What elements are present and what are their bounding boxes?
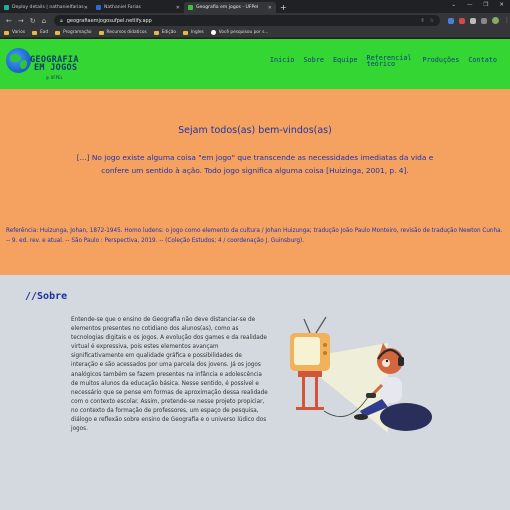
site-header: GEOGRAFIA EM JOGOS @ UFPEL Inicio Sobre …: [0, 39, 510, 89]
minimize-icon[interactable]: —: [467, 2, 473, 8]
bookmark-varios[interactable]: Varios: [4, 30, 25, 35]
share-icon[interactable]: ⇪: [420, 18, 424, 24]
netlify-favicon-icon: [4, 5, 9, 10]
globe-favicon-icon: [188, 5, 193, 10]
about-heading: //Sobre: [25, 291, 68, 302]
folder-icon: [32, 30, 38, 35]
bookmark-programacao[interactable]: Programação: [55, 30, 92, 35]
bookmark-recursos[interactable]: Recursos didaticos: [98, 30, 147, 35]
forward-arrow-icon[interactable]: →: [18, 17, 24, 25]
extension-icon[interactable]: [448, 17, 454, 24]
url-text[interactable]: geografiaemjogosufpel.netlify.app: [67, 18, 152, 24]
nav-contato[interactable]: Contato: [468, 56, 497, 67]
bookmark-ingles[interactable]: Ingles: [182, 30, 204, 35]
logo-title: GEOGRAFIA EM JOGOS: [30, 55, 79, 73]
tab-nathaniel-farias[interactable]: Nathaniel Farias ✕: [92, 2, 184, 13]
close-tab-icon[interactable]: ✕: [84, 5, 88, 11]
more-menu-icon[interactable]: ⋮: [504, 17, 510, 24]
folder-icon: [153, 30, 159, 35]
home-icon[interactable]: ⌂: [42, 17, 46, 25]
back-arrow-icon[interactable]: ←: [6, 17, 12, 25]
avatar[interactable]: [492, 17, 499, 24]
close-window-icon[interactable]: ✕: [499, 2, 504, 8]
globe-icon: [6, 48, 31, 73]
welcome-title: Sejam todos(as) bem-vindos(as): [178, 125, 332, 136]
tab-label: Nathaniel Farias: [104, 5, 141, 10]
nav-sobre[interactable]: Sobre: [303, 56, 323, 67]
reference-text: Referência: Huizunga, Johan, 1872-1945. …: [6, 228, 503, 244]
reload-icon[interactable]: ↻: [30, 17, 36, 25]
about-section: //Sobre Entende-se que o ensino de Geogr…: [0, 275, 510, 510]
tab-label: Deploy details | nathanielfarias: [12, 5, 84, 10]
bookmarks-bar: Varios Ead Programação Recursos didatico…: [0, 28, 510, 38]
bookmark-search[interactable]: Você pesquisou por s...: [210, 30, 268, 35]
welcome-section: Sejam todos(as) bem-vindos(as) [...] No …: [0, 89, 510, 275]
web-page: GEOGRAFIA EM JOGOS @ UFPEL Inicio Sobre …: [0, 39, 510, 510]
star-icon[interactable]: ☆: [430, 18, 434, 24]
nav-producoes[interactable]: Produções: [423, 56, 460, 67]
main-nav: Inicio Sobre Equipe Referencial teórico …: [270, 55, 497, 67]
tab-geografia-em-jogos[interactable]: Geografia em jogos - UFPel ✕: [184, 2, 276, 13]
nav-referencial-teorico[interactable]: Referencial teórico: [367, 55, 414, 67]
browser-tab-bar: Deploy details | nathanielfarias ✕ Natha…: [0, 0, 510, 13]
chevron-down-icon[interactable]: ⌄: [451, 2, 456, 8]
new-tab-button[interactable]: +: [280, 2, 287, 13]
lock-icon[interactable]: 🔒︎: [60, 18, 63, 24]
about-text: Entende-se que o ensino de Geografia não…: [71, 317, 268, 433]
folder-icon: [4, 30, 9, 35]
address-bar[interactable]: 🔒︎ geografiaemjogosufpel.netlify.app ⇪ ☆: [54, 15, 440, 26]
folder-icon: [55, 30, 61, 35]
folder-icon: [182, 30, 188, 35]
logo-subtitle: @ UFPEL: [46, 75, 63, 80]
huizinga-quote: [...] No jogo existe alguma coisa "em jo…: [76, 153, 434, 175]
google-icon: [210, 30, 216, 35]
bookmark-ead[interactable]: Ead: [32, 30, 48, 35]
browser-toolbar: ← → ↻ ⌂ 🔒︎ geografiaemjogosufpel.netlify…: [0, 13, 510, 28]
kid-playing-videogame-illustration: [290, 316, 432, 433]
nav-inicio[interactable]: Inicio: [270, 56, 295, 67]
tab-label: Geografia em jogos - UFPel: [196, 5, 259, 10]
close-tab-icon[interactable]: ✕: [268, 5, 272, 11]
folder-icon: [98, 30, 104, 35]
site-logo[interactable]: GEOGRAFIA EM JOGOS @ UFPEL: [6, 45, 86, 83]
tab-deploy-details[interactable]: Deploy details | nathanielfarias ✕: [0, 2, 92, 13]
puzzle-icon[interactable]: [470, 17, 476, 24]
nav-equipe[interactable]: Equipe: [333, 56, 358, 67]
close-tab-icon[interactable]: ✕: [176, 5, 180, 11]
nf-favicon-icon: [96, 5, 101, 10]
window-controls: ⌄ — ❐ ✕: [451, 2, 504, 8]
maximize-icon[interactable]: ❐: [483, 2, 488, 8]
extension-icon[interactable]: [459, 17, 465, 24]
bookmark-edicao[interactable]: Edição: [153, 30, 176, 35]
sidebar-icon[interactable]: [481, 17, 487, 24]
